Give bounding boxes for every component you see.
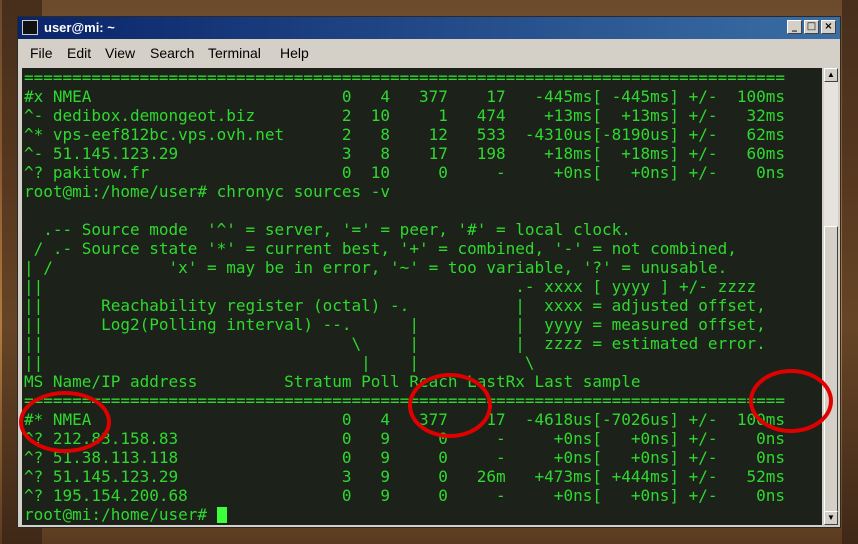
scroll-up-arrow-icon[interactable]: ▲	[824, 68, 838, 82]
scroll-down-arrow-icon[interactable]: ▼	[824, 511, 838, 525]
terminal-line: ========================================…	[24, 68, 785, 87]
terminal-line: ^? 195.154.200.68 0 9 0 - +0ns[ +0ns] +/…	[24, 486, 785, 505]
terminal-line: #* NMEA 0 4 377 17 -4618us[-7026us] +/- …	[24, 410, 785, 429]
annotation-circle-source-state	[19, 391, 111, 453]
scrollbar-thumb[interactable]	[824, 226, 838, 512]
terminal-line: root@mi:/home/user# chronyc sources -v	[24, 182, 391, 201]
menu-terminal[interactable]: Terminal	[208, 45, 261, 61]
terminal-line: MS Name/IP address Stratum Poll Reach La…	[24, 372, 641, 391]
terminal-line: ^? 51.38.113.118 0 9 0 - +0ns[ +0ns] +/-…	[24, 448, 785, 467]
maximize-button[interactable]: □	[804, 20, 819, 34]
terminal-line: / .- Source state '*' = current best, '+…	[24, 239, 737, 258]
terminal-icon	[22, 20, 38, 35]
terminal-line: ========================================…	[24, 391, 785, 410]
terminal-line: ^* vps-eef812bc.vps.ovh.net 2 8 12 533 -…	[24, 125, 785, 144]
terminal-line: .-- Source mode '^' = server, '=' = peer…	[24, 220, 631, 239]
text-cursor	[216, 507, 227, 523]
terminal-line: ^- dedibox.demongeot.biz 2 10 1 474 +13m…	[24, 106, 785, 125]
terminal-line: #x NMEA 0 4 377 17 -445ms[ -445ms] +/- 1…	[24, 87, 785, 106]
terminal-line: || | | \	[24, 353, 535, 372]
terminal-line: ^? 212.83.158.83 0 9 0 - +0ns[ +0ns] +/-…	[24, 429, 785, 448]
title-bar[interactable]: user@mi: ~ _ □ ×	[18, 17, 840, 39]
menu-edit[interactable]: Edit	[67, 45, 91, 61]
menu-file[interactable]: File	[30, 45, 53, 61]
prompt-text: root@mi:/home/user#	[24, 505, 217, 524]
window-title: user@mi: ~	[44, 20, 115, 35]
terminal-line: ^- 51.145.123.29 3 8 17 198 +18ms[ +18ms…	[24, 144, 785, 163]
terminal-window: user@mi: ~ _ □ × File Edit View Search T…	[17, 16, 841, 528]
terminal-line: | / 'x' = may be in error, '~' = too var…	[24, 258, 728, 277]
annotation-circle-reach	[408, 373, 492, 438]
menu-bar: File Edit View Search Terminal Help	[18, 41, 840, 65]
terminal-line: || Log2(Polling interval) --. | | yyyy =…	[24, 315, 766, 334]
menu-help[interactable]: Help	[280, 45, 309, 61]
menu-search[interactable]: Search	[150, 45, 194, 61]
background-tree	[842, 0, 858, 544]
close-button[interactable]: ×	[821, 20, 836, 34]
terminal-output[interactable]: ========================================…	[22, 68, 822, 525]
terminal-line: || .- xxxx [ yyyy ] +/- zzzz	[24, 277, 757, 296]
annotation-circle-error	[749, 369, 833, 433]
minimize-button[interactable]: _	[787, 20, 802, 34]
menu-view[interactable]: View	[105, 45, 135, 61]
terminal-line: ^? pakitow.fr 0 10 0 - +0ns[ +0ns] +/- 0…	[24, 163, 785, 182]
terminal-line: ^? 51.145.123.29 3 9 0 26m +473ms[ +444m…	[24, 467, 785, 486]
prompt-line[interactable]: root@mi:/home/user#	[24, 505, 227, 524]
terminal-line: || \ | | zzzz = estimated error.	[24, 334, 766, 353]
terminal-line: || Reachability register (octal) -. | xx…	[24, 296, 766, 315]
vertical-scrollbar[interactable]: ▲ ▼	[824, 68, 838, 525]
